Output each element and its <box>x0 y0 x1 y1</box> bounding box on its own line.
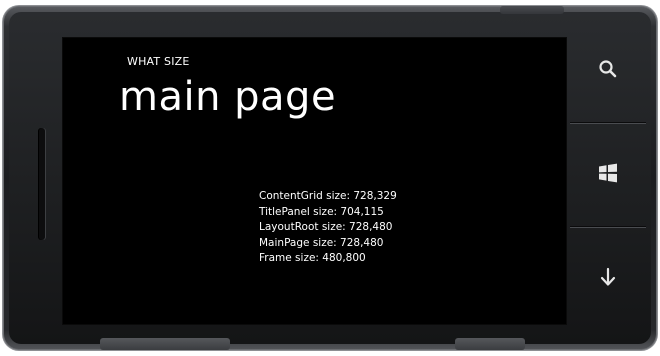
windows-logo-icon <box>597 162 619 188</box>
size-info-list: ContentGrid size: 728,329 TitlePanel siz… <box>259 189 397 267</box>
title-panel-size-text: TitlePanel size: 704,115 <box>259 205 384 218</box>
bottom-edge-button <box>100 338 230 350</box>
page-title: main page <box>119 74 337 120</box>
top-edge-button <box>500 6 564 14</box>
hardware-button-panel <box>570 20 646 330</box>
search-icon <box>598 59 618 83</box>
application-title: WHAT SIZE <box>127 55 190 68</box>
content-grid-size-text: ContentGrid size: 728,329 <box>259 190 397 202</box>
start-button[interactable] <box>570 124 646 226</box>
button-divider <box>570 226 646 227</box>
layout-root-size-text: LayoutRoot size: 728,480 <box>259 221 393 233</box>
main-page-size-text: MainPage size: 728,480 <box>259 236 384 249</box>
back-arrow-icon <box>599 267 617 291</box>
bottom-edge-button-right <box>455 338 525 350</box>
frame-size-text: Frame size: 480,800 <box>259 252 366 264</box>
search-button[interactable] <box>570 20 646 122</box>
back-button[interactable] <box>570 228 646 330</box>
side-slot <box>39 128 45 240</box>
button-divider <box>570 122 646 123</box>
phone-screen: WHAT SIZE main page ContentGrid size: 72… <box>62 37 567 325</box>
